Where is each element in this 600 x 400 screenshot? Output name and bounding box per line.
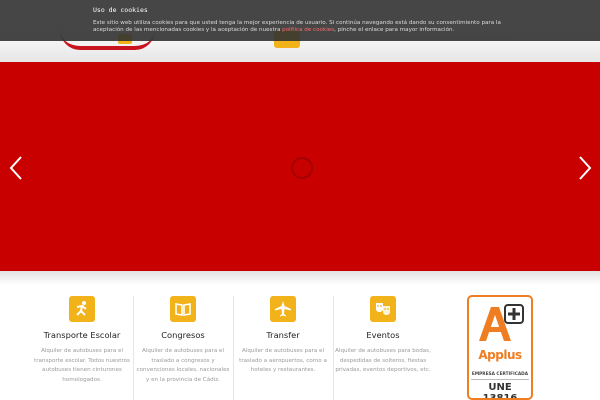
airplane-icon <box>270 296 296 322</box>
hero-slider[interactable] <box>0 62 600 271</box>
applus-a-plus-logo <box>479 304 524 341</box>
cookie-policy-link[interactable]: política de cookies <box>282 27 334 33</box>
cookie-banner: Uso de cookies Este sitio web utiliza co… <box>0 0 600 41</box>
service-eventos[interactable]: Eventos Alquiler de autobuses para bodas… <box>335 296 431 376</box>
service-description: Alquiler de autobuses para el traslado a… <box>136 348 230 383</box>
cert-code: UNE 13816 <box>471 379 529 398</box>
service-transfer[interactable]: Transfer Alquiler de autobuses para el t… <box>235 296 331 376</box>
cookie-text-after: , pinche el enlace para mayor informació… <box>334 27 455 33</box>
service-description: Alquiler de autobuses para el transporte… <box>34 348 130 383</box>
service-congresos[interactable]: Congresos Alquiler de autobuses para el … <box>135 296 231 385</box>
open-book-icon <box>170 296 196 322</box>
column-divider <box>133 296 134 400</box>
chevron-right-icon[interactable] <box>576 154 594 182</box>
column-divider <box>233 296 234 400</box>
cookie-banner-title: Uso de cookies <box>93 6 148 14</box>
chevron-left-icon[interactable] <box>7 154 25 182</box>
service-title[interactable]: Transfer <box>235 330 331 340</box>
cookie-banner-text: Este sitio web utiliza cookies para que … <box>93 20 503 34</box>
theater-masks-icon <box>370 296 396 322</box>
cert-caption: EMPRESA CERTIFICADA <box>471 372 529 377</box>
service-transporte-escolar[interactable]: Transporte Escolar Alquiler de autobuses… <box>34 296 130 385</box>
column-divider <box>333 296 334 400</box>
service-title[interactable]: Transporte Escolar <box>34 330 130 340</box>
section-separator <box>0 271 600 285</box>
service-description: Alquiler de autobuses para bodas, desped… <box>335 348 431 373</box>
loading-spinner-icon <box>291 157 313 179</box>
service-title[interactable]: Congresos <box>135 330 231 340</box>
certification-badge[interactable]: Applus EMPRESA CERTIFICADA UNE 13816 <box>467 295 533 400</box>
service-title[interactable]: Eventos <box>335 330 431 340</box>
running-child-icon <box>69 296 95 322</box>
cert-brand: Applus <box>478 348 522 362</box>
service-description: Alquiler de autobuses para el traslado a… <box>239 348 327 373</box>
